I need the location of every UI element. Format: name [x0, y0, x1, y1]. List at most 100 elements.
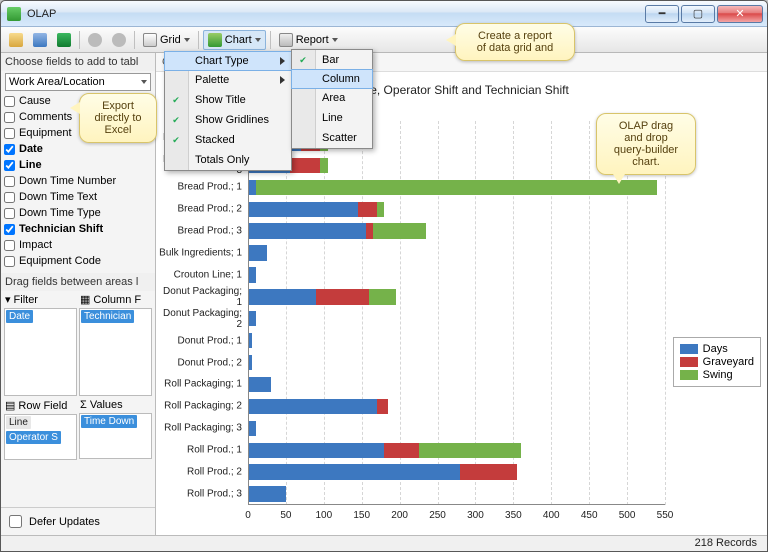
- field-row[interactable]: Technician Shift: [1, 221, 155, 237]
- bar-segment[interactable]: [384, 443, 418, 458]
- bar-row[interactable]: [248, 421, 665, 436]
- bar-segment[interactable]: [248, 399, 377, 414]
- bar-row[interactable]: [248, 355, 665, 370]
- chip-date[interactable]: Date: [6, 310, 33, 323]
- row-fields-area[interactable]: Line Operator S: [4, 414, 77, 460]
- export-excel-button[interactable]: [53, 30, 75, 50]
- chart-type-submenu[interactable]: ✔BarColumnAreaLineScatter: [291, 49, 373, 149]
- bar-segment[interactable]: [460, 464, 517, 479]
- field-checkbox[interactable]: [4, 224, 15, 235]
- field-checkbox[interactable]: [4, 176, 15, 187]
- chart-menu[interactable]: Chart TypePalette✔Show Title✔Show Gridli…: [164, 51, 292, 171]
- bar-segment[interactable]: [377, 202, 385, 217]
- menu-item[interactable]: Area: [292, 88, 372, 108]
- bar-segment[interactable]: [248, 464, 460, 479]
- bar-segment[interactable]: [358, 202, 377, 217]
- field-checkbox[interactable]: [4, 112, 15, 123]
- bar-segment[interactable]: [290, 158, 320, 173]
- bar-segment[interactable]: [256, 180, 658, 195]
- bar-segment[interactable]: [419, 443, 521, 458]
- bar-segment[interactable]: [366, 223, 374, 238]
- field-checkbox[interactable]: [4, 240, 15, 251]
- field-row[interactable]: Equipment Code: [1, 253, 155, 269]
- menu-item[interactable]: Totals Only: [165, 150, 291, 170]
- menu-item[interactable]: Column: [291, 69, 373, 89]
- defer-updates-checkbox[interactable]: [9, 515, 22, 528]
- field-label: Technician Shift: [19, 223, 103, 235]
- bar-row[interactable]: [248, 180, 665, 195]
- filter-area[interactable]: Date: [4, 308, 77, 396]
- chevron-down-icon: [255, 38, 261, 42]
- field-row[interactable]: Down Time Type: [1, 205, 155, 221]
- bar-segment[interactable]: [248, 267, 256, 282]
- undo-button[interactable]: [84, 30, 106, 50]
- menu-item[interactable]: Scatter: [292, 128, 372, 148]
- bar-segment[interactable]: [248, 245, 267, 260]
- menu-item[interactable]: ✔Show Gridlines: [165, 110, 291, 130]
- bar-segment[interactable]: [316, 289, 369, 304]
- bar-row[interactable]: [248, 486, 665, 501]
- chip-technician[interactable]: Technician: [81, 310, 134, 323]
- field-checkbox[interactable]: [4, 192, 15, 203]
- field-checkbox[interactable]: [4, 128, 15, 139]
- bar-segment[interactable]: [248, 443, 384, 458]
- chip-timedown[interactable]: Time Down: [81, 415, 137, 428]
- bar-segment[interactable]: [320, 158, 328, 173]
- field-row[interactable]: Down Time Text: [1, 189, 155, 205]
- bar-segment[interactable]: [369, 289, 396, 304]
- field-checkbox[interactable]: [4, 144, 15, 155]
- menu-item[interactable]: Palette: [165, 70, 291, 90]
- field-checkbox[interactable]: [4, 256, 15, 267]
- bar-row[interactable]: [248, 443, 665, 458]
- menu-item[interactable]: Line: [292, 108, 372, 128]
- bar-row[interactable]: [248, 311, 665, 326]
- menu-item[interactable]: Chart Type: [164, 51, 292, 71]
- titlebar[interactable]: OLAP ━ ▢ ✕: [1, 1, 767, 27]
- bar-segment[interactable]: [248, 202, 358, 217]
- close-button[interactable]: ✕: [717, 5, 763, 23]
- field-row[interactable]: Line: [1, 157, 155, 173]
- minimize-button[interactable]: ━: [645, 5, 679, 23]
- chip-line[interactable]: Line: [6, 416, 31, 429]
- menu-item[interactable]: ✔Bar: [292, 50, 372, 70]
- maximize-button[interactable]: ▢: [681, 5, 715, 23]
- category-label: Donut Prod.; 1: [156, 335, 242, 346]
- field-row[interactable]: Impact: [1, 237, 155, 253]
- bar-row[interactable]: [248, 245, 665, 260]
- field-checkbox[interactable]: [4, 208, 15, 219]
- chart-plot[interactable]: 050100150200250300350400450500550Bread P…: [248, 121, 665, 505]
- open-button[interactable]: [5, 30, 27, 50]
- bar-row[interactable]: [248, 289, 665, 304]
- bar-segment[interactable]: [248, 180, 256, 195]
- table-button[interactable]: [29, 30, 51, 50]
- bar-row[interactable]: [248, 267, 665, 282]
- bar-row[interactable]: [248, 223, 665, 238]
- chart-dropdown[interactable]: Chart: [203, 30, 266, 50]
- menu-item[interactable]: ✔Stacked: [165, 130, 291, 150]
- bar-row[interactable]: [248, 399, 665, 414]
- bar-row[interactable]: [248, 464, 665, 479]
- bar-segment[interactable]: [248, 377, 271, 392]
- chip-operator[interactable]: Operator S: [6, 431, 61, 444]
- bar-segment[interactable]: [248, 289, 316, 304]
- field-row[interactable]: Down Time Number: [1, 173, 155, 189]
- field-checkbox[interactable]: [4, 160, 15, 171]
- report-dropdown[interactable]: Report: [275, 30, 342, 50]
- redo-button[interactable]: [108, 30, 130, 50]
- field-row[interactable]: Date: [1, 141, 155, 157]
- grid-dropdown[interactable]: Grid: [139, 30, 194, 50]
- bar-segment[interactable]: [248, 486, 286, 501]
- menu-item[interactable]: ✔Show Title: [165, 90, 291, 110]
- bar-segment[interactable]: [373, 223, 426, 238]
- bar-segment[interactable]: [248, 421, 256, 436]
- bar-row[interactable]: [248, 377, 665, 392]
- field-checkbox[interactable]: [4, 96, 15, 107]
- bar-segment[interactable]: [248, 223, 366, 238]
- bar-row[interactable]: [248, 333, 665, 348]
- column-fields-area[interactable]: Technician: [79, 308, 152, 396]
- area-combo[interactable]: Work Area/Location: [5, 73, 151, 91]
- bar-segment[interactable]: [248, 311, 256, 326]
- bar-row[interactable]: [248, 202, 665, 217]
- bar-segment[interactable]: [377, 399, 388, 414]
- values-area[interactable]: Time Down: [79, 413, 152, 459]
